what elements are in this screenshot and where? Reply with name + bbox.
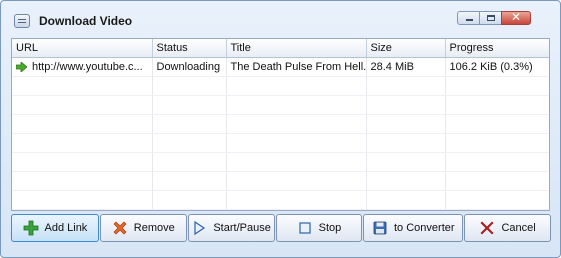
table-row: [12, 152, 549, 172]
close-icon: ✕: [510, 10, 522, 24]
cancel-button[interactable]: Cancel: [464, 214, 552, 242]
progress-cell: 106.2 KiB (0.3%): [445, 57, 549, 77]
column-header-title[interactable]: Title: [226, 39, 367, 58]
button-toolbar: Add Link Remove Start/Pause Stop to Conv…: [11, 214, 552, 244]
maximize-icon: [487, 15, 495, 21]
table-header: URL Status Title Size Progress: [12, 39, 549, 58]
table-row: [12, 190, 549, 210]
table-row: [12, 95, 549, 115]
window-title: Download Video: [39, 14, 133, 28]
minimize-button[interactable]: [457, 11, 480, 25]
table-row: [12, 133, 549, 153]
add-link-label: Add Link: [44, 222, 88, 234]
floppy-disk-icon: [373, 221, 387, 235]
maximize-button[interactable]: [479, 11, 502, 25]
close-button[interactable]: ✕: [501, 10, 531, 25]
cancel-label: Cancel: [501, 222, 536, 234]
url-cell: http://www.youtube.c...: [12, 57, 153, 77]
stop-label: Stop: [318, 222, 342, 234]
download-arrow-icon: [16, 62, 27, 72]
table-row[interactable]: http://www.youtube.c... Downloading The …: [12, 57, 549, 77]
column-header-url[interactable]: URL: [12, 39, 153, 58]
window-controls: ✕: [457, 10, 531, 27]
remove-button[interactable]: Remove: [99, 214, 187, 242]
size-cell: 28.4 MiB: [366, 57, 446, 77]
start-pause-button[interactable]: Start/Pause: [187, 214, 275, 242]
start-pause-label: Start/Pause: [213, 222, 271, 234]
column-header-progress[interactable]: Progress: [445, 39, 549, 58]
status-cell: Downloading: [152, 57, 227, 77]
play-icon: [194, 220, 206, 236]
title-bar[interactable]: Download Video ✕: [1, 1, 560, 35]
column-header-status[interactable]: Status: [152, 39, 227, 58]
table-row: [12, 114, 549, 134]
table-row: [12, 171, 549, 191]
stop-icon: [299, 222, 311, 234]
table-row: [12, 76, 549, 96]
to-converter-button[interactable]: to Converter: [363, 214, 464, 242]
minimize-icon: [466, 19, 473, 21]
download-video-window: Download Video ✕ URL Status Title Size P…: [0, 0, 561, 258]
title-cell: The Death Pulse From Hell.: [226, 57, 367, 77]
plus-icon: [23, 220, 38, 236]
x-icon: [113, 221, 127, 235]
cancel-x-icon: [481, 221, 494, 235]
stop-button[interactable]: Stop: [275, 214, 363, 242]
remove-label: Remove: [133, 222, 175, 234]
url-text: http://www.youtube.c...: [32, 61, 143, 73]
app-icon[interactable]: [14, 14, 30, 28]
column-header-size[interactable]: Size: [366, 39, 446, 58]
add-link-button[interactable]: Add Link: [11, 214, 99, 242]
to-converter-label: to Converter: [394, 222, 455, 234]
downloads-table[interactable]: URL Status Title Size Progress http://ww…: [11, 38, 550, 211]
